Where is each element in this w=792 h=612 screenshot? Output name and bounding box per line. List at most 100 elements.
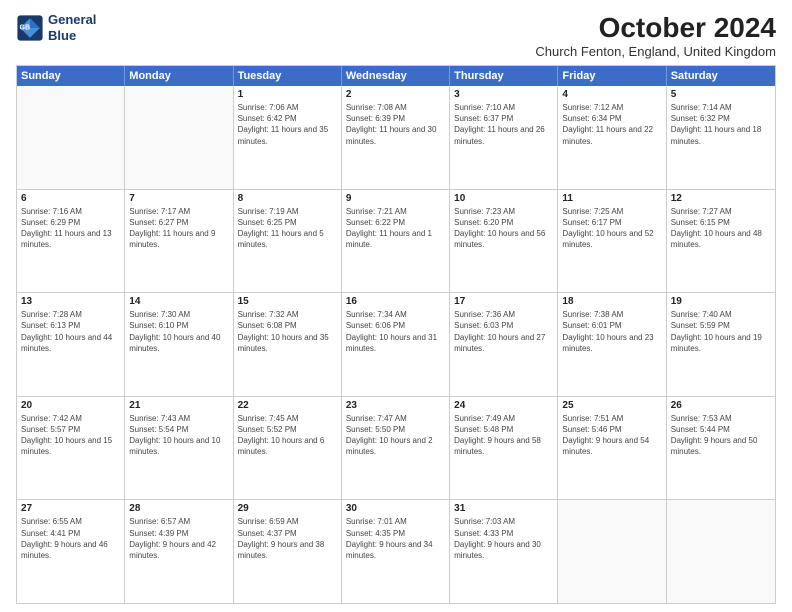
calendar-cell: 1Sunrise: 7:06 AM Sunset: 6:42 PM Daylig… bbox=[234, 86, 342, 189]
page: GB General Blue October 2024 Church Fent… bbox=[0, 0, 792, 612]
cell-info: Sunrise: 7:49 AM Sunset: 5:48 PM Dayligh… bbox=[454, 413, 553, 458]
cell-info: Sunrise: 7:36 AM Sunset: 6:03 PM Dayligh… bbox=[454, 309, 553, 354]
cell-date: 30 bbox=[346, 503, 445, 514]
calendar-cell: 29 Sunrise: 6:59 AM Sunset: 4:37 PM Dayli… bbox=[234, 500, 342, 603]
cell-info: Sunrise: 7:47 AM Sunset: 5:50 PM Dayligh… bbox=[346, 413, 445, 458]
weekday-header-monday: Monday bbox=[125, 66, 233, 86]
cell-info: Sunrise: 7:10 AM Sunset: 6:37 PM Dayligh… bbox=[454, 102, 553, 147]
calendar: SundayMondayTuesdayWednesdayThursdayFrid… bbox=[16, 65, 776, 604]
calendar-cell: 15 Sunrise: 7:32 AM Sunset: 6:08 PM Dayli… bbox=[234, 293, 342, 396]
calendar-cell bbox=[667, 500, 775, 603]
calendar-cell: 14 Sunrise: 7:30 AM Sunset: 6:10 PM Dayli… bbox=[125, 293, 233, 396]
calendar-cell: 18 Sunrise: 7:38 AM Sunset: 6:01 PM Dayli… bbox=[558, 293, 666, 396]
cell-info: Sunrise: 7:34 AM Sunset: 6:06 PM Dayligh… bbox=[346, 309, 445, 354]
cell-info: Sunrise: 7:28 AM Sunset: 6:13 PM Dayligh… bbox=[21, 309, 120, 354]
cell-date: 9 bbox=[346, 193, 445, 204]
cell-info: Sunrise: 7:30 AM Sunset: 6:10 PM Dayligh… bbox=[129, 309, 228, 354]
calendar-cell: 10Sunrise: 7:23 AM Sunset: 6:20 PM Dayli… bbox=[450, 190, 558, 293]
cell-date: 7 bbox=[129, 193, 228, 204]
calendar-row-3: 20 Sunrise: 7:42 AM Sunset: 5:57 PM Dayli… bbox=[17, 397, 775, 501]
calendar-cell: 24 Sunrise: 7:49 AM Sunset: 5:48 PM Dayli… bbox=[450, 397, 558, 500]
weekday-header-saturday: Saturday bbox=[667, 66, 775, 86]
svg-text:GB: GB bbox=[20, 24, 31, 31]
cell-info: Sunrise: 7:17 AM Sunset: 6:27 PM Dayligh… bbox=[129, 206, 228, 251]
calendar-cell: 9 Sunrise: 7:21 AM Sunset: 6:22 PM Daylig… bbox=[342, 190, 450, 293]
cell-date: 12 bbox=[671, 193, 771, 204]
cell-date: 20 bbox=[21, 400, 120, 411]
calendar-row-2: 13 Sunrise: 7:28 AM Sunset: 6:13 PM Dayli… bbox=[17, 293, 775, 397]
cell-date: 17 bbox=[454, 296, 553, 307]
cell-info: Sunrise: 7:23 AM Sunset: 6:20 PM Dayligh… bbox=[454, 206, 553, 251]
cell-info: Sunrise: 6:59 AM Sunset: 4:37 PM Dayligh… bbox=[238, 516, 337, 561]
cell-info: Sunrise: 7:01 AM Sunset: 4:35 PM Dayligh… bbox=[346, 516, 445, 561]
cell-date: 15 bbox=[238, 296, 337, 307]
cell-info: Sunrise: 7:42 AM Sunset: 5:57 PM Dayligh… bbox=[21, 413, 120, 458]
cell-date: 29 bbox=[238, 503, 337, 514]
cell-info: Sunrise: 7:51 AM Sunset: 5:46 PM Dayligh… bbox=[562, 413, 661, 458]
calendar-cell: 4Sunrise: 7:12 AM Sunset: 6:34 PM Daylig… bbox=[558, 86, 666, 189]
cell-info: Sunrise: 7:21 AM Sunset: 6:22 PM Dayligh… bbox=[346, 206, 445, 251]
cell-info: Sunrise: 7:14 AM Sunset: 6:32 PM Dayligh… bbox=[671, 102, 771, 147]
cell-info: Sunrise: 6:55 AM Sunset: 4:41 PM Dayligh… bbox=[21, 516, 120, 561]
calendar-cell: 22 Sunrise: 7:45 AM Sunset: 5:52 PM Dayli… bbox=[234, 397, 342, 500]
logo-icon: GB bbox=[16, 14, 44, 42]
cell-info: Sunrise: 7:25 AM Sunset: 6:17 PM Dayligh… bbox=[562, 206, 661, 251]
cell-date: 23 bbox=[346, 400, 445, 411]
calendar-row-4: 27Sunrise: 6:55 AM Sunset: 4:41 PM Dayli… bbox=[17, 500, 775, 603]
calendar-cell: 2 Sunrise: 7:08 AM Sunset: 6:39 PM Daylig… bbox=[342, 86, 450, 189]
cell-info: Sunrise: 7:03 AM Sunset: 4:33 PM Dayligh… bbox=[454, 516, 553, 561]
cell-date: 14 bbox=[129, 296, 228, 307]
cell-date: 28 bbox=[129, 503, 228, 514]
calendar-cell: 11 Sunrise: 7:25 AM Sunset: 6:17 PM Dayli… bbox=[558, 190, 666, 293]
calendar-body: 1Sunrise: 7:06 AM Sunset: 6:42 PM Daylig… bbox=[17, 86, 775, 603]
calendar-row-0: 1Sunrise: 7:06 AM Sunset: 6:42 PM Daylig… bbox=[17, 86, 775, 190]
calendar-cell: 19 Sunrise: 7:40 AM Sunset: 5:59 PM Dayli… bbox=[667, 293, 775, 396]
calendar-cell: 5 Sunrise: 7:14 AM Sunset: 6:32 PM Daylig… bbox=[667, 86, 775, 189]
calendar-cell: 27Sunrise: 6:55 AM Sunset: 4:41 PM Dayli… bbox=[17, 500, 125, 603]
cell-info: Sunrise: 7:32 AM Sunset: 6:08 PM Dayligh… bbox=[238, 309, 337, 354]
calendar-cell bbox=[17, 86, 125, 189]
cell-info: Sunrise: 7:43 AM Sunset: 5:54 PM Dayligh… bbox=[129, 413, 228, 458]
logo-line1: General bbox=[48, 12, 96, 28]
cell-date: 16 bbox=[346, 296, 445, 307]
calendar-cell: 21 Sunrise: 7:43 AM Sunset: 5:54 PM Dayli… bbox=[125, 397, 233, 500]
cell-date: 3 bbox=[454, 89, 553, 100]
cell-date: 31 bbox=[454, 503, 553, 514]
cell-date: 21 bbox=[129, 400, 228, 411]
cell-date: 13 bbox=[21, 296, 120, 307]
calendar-cell: 7 Sunrise: 7:17 AM Sunset: 6:27 PM Daylig… bbox=[125, 190, 233, 293]
cell-info: Sunrise: 7:27 AM Sunset: 6:15 PM Dayligh… bbox=[671, 206, 771, 251]
cell-info: Sunrise: 7:19 AM Sunset: 6:25 PM Dayligh… bbox=[238, 206, 337, 251]
cell-info: Sunrise: 7:45 AM Sunset: 5:52 PM Dayligh… bbox=[238, 413, 337, 458]
cell-date: 19 bbox=[671, 296, 771, 307]
cell-date: 4 bbox=[562, 89, 661, 100]
cell-date: 24 bbox=[454, 400, 553, 411]
calendar-cell: 26Sunrise: 7:53 AM Sunset: 5:44 PM Dayli… bbox=[667, 397, 775, 500]
cell-info: Sunrise: 7:08 AM Sunset: 6:39 PM Dayligh… bbox=[346, 102, 445, 147]
calendar-cell: 20 Sunrise: 7:42 AM Sunset: 5:57 PM Dayli… bbox=[17, 397, 125, 500]
calendar-cell: 23 Sunrise: 7:47 AM Sunset: 5:50 PM Dayli… bbox=[342, 397, 450, 500]
calendar-header: SundayMondayTuesdayWednesdayThursdayFrid… bbox=[17, 66, 775, 86]
cell-date: 6 bbox=[21, 193, 120, 204]
cell-date: 11 bbox=[562, 193, 661, 204]
calendar-cell: 6Sunrise: 7:16 AM Sunset: 6:29 PM Daylig… bbox=[17, 190, 125, 293]
logo-text: General Blue bbox=[48, 12, 96, 43]
cell-date: 5 bbox=[671, 89, 771, 100]
calendar-cell: 8Sunrise: 7:19 AM Sunset: 6:25 PM Daylig… bbox=[234, 190, 342, 293]
cell-info: Sunrise: 6:57 AM Sunset: 4:39 PM Dayligh… bbox=[129, 516, 228, 561]
cell-info: Sunrise: 7:40 AM Sunset: 5:59 PM Dayligh… bbox=[671, 309, 771, 354]
cell-date: 18 bbox=[562, 296, 661, 307]
cell-date: 2 bbox=[346, 89, 445, 100]
month-title: October 2024 bbox=[535, 12, 776, 44]
calendar-cell: 31 Sunrise: 7:03 AM Sunset: 4:33 PM Dayli… bbox=[450, 500, 558, 603]
weekday-header-friday: Friday bbox=[558, 66, 666, 86]
calendar-cell: 30 Sunrise: 7:01 AM Sunset: 4:35 PM Dayli… bbox=[342, 500, 450, 603]
calendar-cell bbox=[125, 86, 233, 189]
cell-info: Sunrise: 7:38 AM Sunset: 6:01 PM Dayligh… bbox=[562, 309, 661, 354]
cell-info: Sunrise: 7:06 AM Sunset: 6:42 PM Dayligh… bbox=[238, 102, 337, 147]
calendar-cell: 3 Sunrise: 7:10 AM Sunset: 6:37 PM Daylig… bbox=[450, 86, 558, 189]
weekday-header-tuesday: Tuesday bbox=[234, 66, 342, 86]
cell-date: 22 bbox=[238, 400, 337, 411]
calendar-cell: 16 Sunrise: 7:34 AM Sunset: 6:06 PM Dayli… bbox=[342, 293, 450, 396]
cell-info: Sunrise: 7:53 AM Sunset: 5:44 PM Dayligh… bbox=[671, 413, 771, 458]
